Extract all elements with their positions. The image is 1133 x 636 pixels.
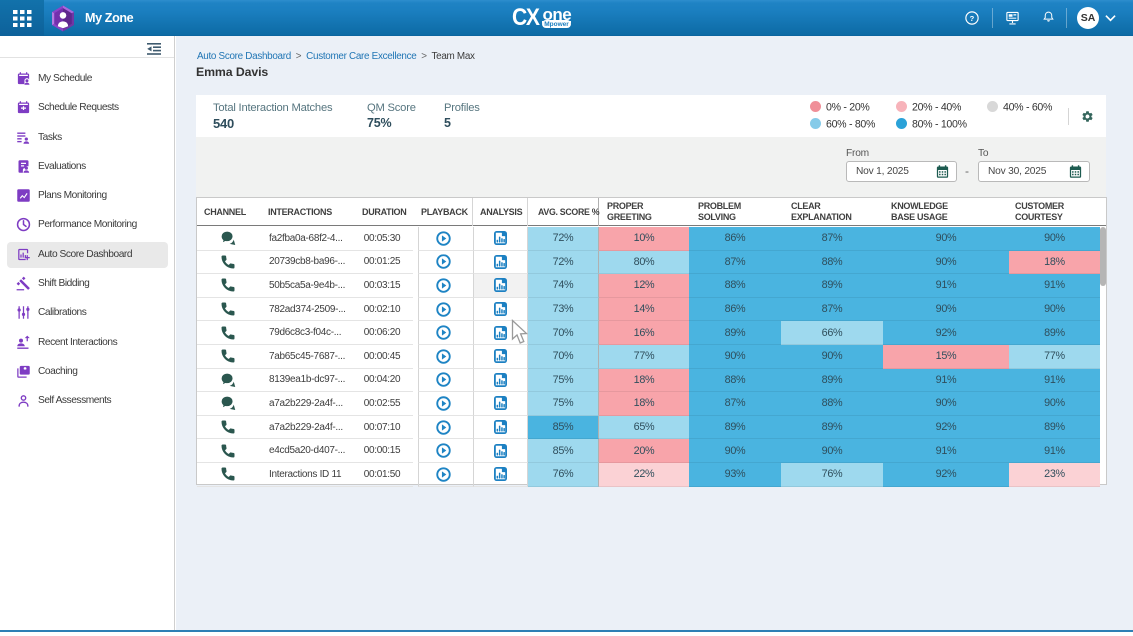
svg-text:?: ? — [970, 14, 975, 23]
